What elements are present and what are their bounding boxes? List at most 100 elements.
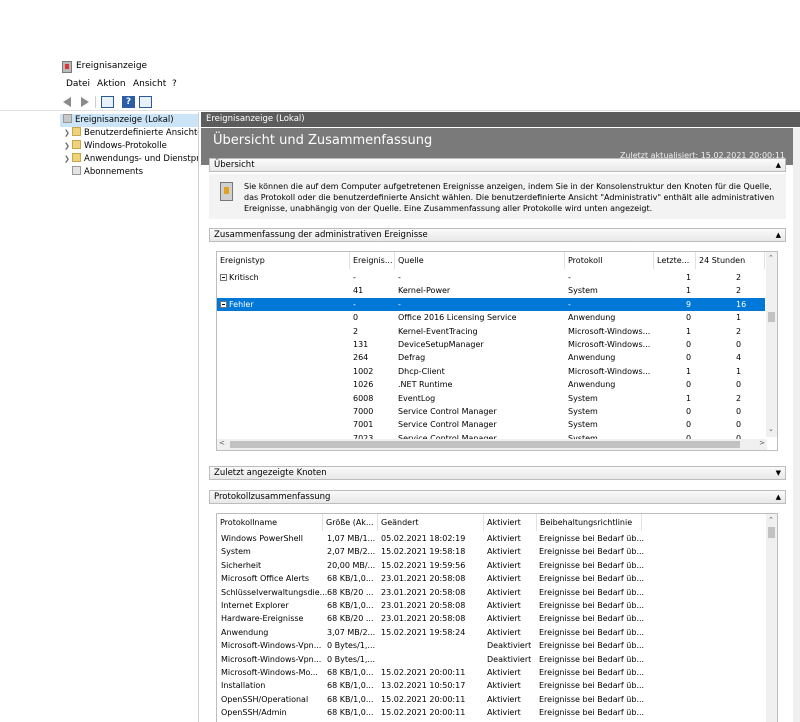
table-row[interactable]: 1002 Dhcp-Client Microsoft-Windows... 1 1 <box>217 365 765 378</box>
table-row[interactable]: 131 DeviceSetupManager Microsoft-Windows..… <box>217 338 765 351</box>
scroll-left-icon[interactable]: < <box>219 439 225 447</box>
cell-h24: 0 <box>736 420 742 430</box>
col-header-event-type[interactable]: Ereignistyp <box>217 252 350 269</box>
cell-size: 3,07 MB/2... <box>327 627 376 637</box>
tree-item-custom-views[interactable]: ❯ Benutzerdefinierte Ansichten <box>60 127 199 140</box>
table-row[interactable]: 1026 .NET Runtime Anwendung 0 0 <box>217 378 765 391</box>
cell-log: Anwendung <box>568 353 616 363</box>
col-header-retention[interactable]: Beibehaltungsrichtlinie <box>537 514 642 531</box>
tree-item-label: Benutzerdefinierte Ansichten <box>84 128 199 138</box>
cell-h24: 2 <box>736 273 742 282</box>
expand-icon[interactable]: ▼ <box>776 467 781 479</box>
table-row[interactable]: System 2,07 MB/2... 15.02.2021 19:58:18 Akt… <box>217 545 765 558</box>
table-row[interactable]: 2 Kernel-EventTracing Microsoft-Windows...… <box>217 325 765 338</box>
cell-h24: 1 <box>736 366 742 376</box>
scroll-thumb[interactable] <box>768 312 775 322</box>
col-header-changed[interactable]: Geändert <box>378 514 484 531</box>
table-row[interactable]: Fehler - - - 9 16 <box>217 297 765 312</box>
help-icon[interactable]: ? <box>122 96 135 108</box>
col-header-source[interactable]: Quelle <box>395 252 565 269</box>
scroll-right-icon[interactable]: > <box>759 439 765 447</box>
col-header-24h[interactable]: 24 Stunden <box>696 252 765 269</box>
col-header-log[interactable]: Protokoll <box>565 252 654 269</box>
table-row[interactable]: Kritisch - - - 1 2 <box>217 271 765 284</box>
col-header-last-hour[interactable]: Letzte... <box>654 252 696 269</box>
cell-id: 6008 <box>353 393 374 403</box>
table-row[interactable]: Hardware-Ereignisse 68 KB/20 ... 23.01.202… <box>217 612 765 625</box>
collapse-icon[interactable]: ▲ <box>776 229 781 241</box>
menu-bar: Datei Aktion Ansicht ? <box>0 77 800 92</box>
collapse-icon[interactable]: ▲ <box>776 159 781 171</box>
cell-enabled: Aktiviert <box>487 708 521 718</box>
cell-log: Microsoft-Windows... <box>568 326 651 336</box>
table-row[interactable]: Microsoft-Windows-Mo... 68 KB/1,0... 15.02… <box>217 666 765 679</box>
table-row[interactable]: 41 Kernel-Power System 1 2 <box>217 284 765 297</box>
table-row[interactable]: Microsoft-Windows-Vpn... 0 Bytes/1,... Dea… <box>217 653 765 666</box>
col-header-event-id[interactable]: Ereignis... <box>350 252 395 269</box>
scroll-thumb[interactable] <box>768 527 775 538</box>
scroll-thumb[interactable] <box>230 441 740 448</box>
table-row[interactable]: Microsoft-Windows-Vpn... 0 Bytes/1,... Dea… <box>217 639 765 652</box>
table-row[interactable]: 7000 Service Control Manager System 0 0 <box>217 405 765 418</box>
chevron-right-icon[interactable]: ❯ <box>64 127 72 140</box>
menu-help[interactable]: ? <box>172 79 177 89</box>
chevron-right-icon[interactable]: ❯ <box>64 140 72 153</box>
table-row[interactable]: 264 Defrag Anwendung 0 4 <box>217 351 765 364</box>
collapse-group-icon[interactable] <box>220 274 227 281</box>
cell-enabled: Aktiviert <box>487 668 521 677</box>
cell-h24: 16 <box>736 299 747 309</box>
tree-item-app-service-logs[interactable]: ❯ Anwendungs- und Dienstprotokolle <box>60 153 199 166</box>
forward-arrow-icon[interactable] <box>78 96 91 108</box>
table-row[interactable]: OpenSSH/Operational 68 KB/1,0... 15.02.202… <box>217 693 765 706</box>
cell-enabled: Aktiviert <box>487 574 521 584</box>
cell-log: System <box>568 393 598 403</box>
cell-source: Kernel-EventTracing <box>398 326 478 336</box>
show-hide-action-pane-icon[interactable] <box>139 96 152 108</box>
cell-size: 2,07 MB/2... <box>327 547 376 557</box>
col-header-size[interactable]: Größe (Ak... <box>323 514 378 531</box>
show-hide-console-tree-icon[interactable] <box>101 96 114 108</box>
scroll-up-icon[interactable]: ⌃ <box>768 254 774 262</box>
overview-section-header[interactable]: Übersicht ▲ <box>209 158 786 172</box>
table-row[interactable]: Schlüsselverwaltungsdie... 68 KB/20 ... 23… <box>217 586 765 599</box>
scroll-down-icon[interactable]: ⌄ <box>768 425 774 433</box>
table-row[interactable]: 7001 Service Control Manager System 0 0 <box>217 418 765 431</box>
recent-nodes-section-header[interactable]: Zuletzt angezeigte Knoten ▼ <box>209 466 786 480</box>
main-scrollbar[interactable] <box>793 128 800 722</box>
table-row[interactable]: Windows PowerShell 1,07 MB/1... 05.02.2021… <box>217 532 765 545</box>
cell-last: 0 <box>686 313 692 323</box>
cell-policy: Ereignisse bei Bedarf üb... <box>539 681 645 691</box>
cell-size: 68 KB/1,0... <box>327 574 374 584</box>
col-header-log-name[interactable]: Protokollname <box>217 514 323 531</box>
col-header-enabled[interactable]: Aktiviert <box>484 514 537 531</box>
table-row[interactable]: Microsoft Office Alerts 68 KB/1,0... 23.01… <box>217 572 765 585</box>
scroll-up-icon[interactable]: ⌃ <box>768 516 774 524</box>
table-row[interactable]: 0 Office 2016 Licensing Service Anwendung 0… <box>217 311 765 324</box>
cell-policy: Ereignisse bei Bedarf üb... <box>539 587 645 597</box>
table-row[interactable]: Internet Explorer 68 KB/1,0... 23.01.2021 … <box>217 599 765 612</box>
table-row[interactable]: Sicherheit 20,00 MB/... 15.02.2021 19:59:5… <box>217 559 765 572</box>
tree-item-subscriptions[interactable]: Abonnements <box>60 166 143 179</box>
log-summary-section-header[interactable]: Protokollzusammenfassung ▲ <box>209 490 786 504</box>
table-row[interactable]: 6008 EventLog System 1 2 <box>217 392 765 405</box>
log-table-vscroll[interactable]: ⌃ <box>766 514 777 722</box>
menu-aktion[interactable]: Aktion <box>97 79 126 89</box>
cell-source: Defrag <box>398 353 426 363</box>
menu-ansicht[interactable]: Ansicht <box>133 79 166 89</box>
admin-table-vscroll[interactable]: ⌃ ⌄ <box>766 252 777 437</box>
collapse-icon[interactable]: ▲ <box>776 491 781 503</box>
tree-item-label: Anwendungs- und Dienstprotokolle <box>84 154 199 164</box>
admin-summary-section-header[interactable]: Zusammenfassung der administrativen Erei… <box>209 228 786 242</box>
table-row[interactable]: Installation 68 KB/1,0... 13.02.2021 10:50… <box>217 679 765 692</box>
chevron-right-icon[interactable]: ❯ <box>64 153 72 166</box>
cell-size: 0 Bytes/1,... <box>327 641 376 651</box>
tree-root[interactable]: Ereignisanzeige (Lokal) <box>60 114 198 127</box>
cell-policy: Ereignisse bei Bedarf üb... <box>539 708 645 718</box>
menu-datei[interactable]: Datei <box>66 79 90 89</box>
table-row[interactable]: OpenSSH/Admin 68 KB/1,0... 15.02.2021 20:0… <box>217 706 765 719</box>
admin-table-hscroll[interactable]: < > <box>217 439 767 450</box>
table-row[interactable]: Anwendung 3,07 MB/2... 15.02.2021 19:58:24… <box>217 626 765 639</box>
collapse-group-icon[interactable] <box>220 300 227 308</box>
back-arrow-icon[interactable] <box>62 96 75 108</box>
tree-item-windows-logs[interactable]: ❯ Windows-Protokolle <box>60 140 167 153</box>
